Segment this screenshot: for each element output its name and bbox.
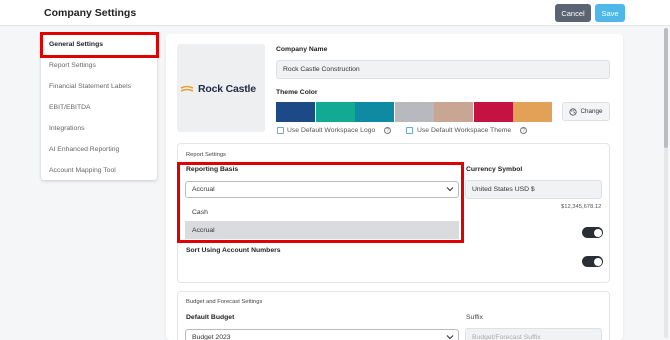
currency-example: $12,345,678.12 — [561, 204, 602, 210]
sidebar-item-integrations[interactable]: Integrations — [49, 125, 85, 132]
theme-color-label: Theme Color — [276, 89, 318, 96]
currency-symbol-input[interactable]: United States USD $ — [465, 180, 602, 199]
suffix-label: Suffix — [466, 314, 483, 321]
chevron-down-icon — [446, 335, 454, 340]
use-default-logo-label: Use Default Workspace Logo — [287, 127, 376, 134]
change-button-label: Change — [580, 108, 603, 115]
sidebar-item-ebit-ebitda[interactable]: EBIT/EBITDA — [49, 104, 91, 111]
theme-color-swatch[interactable] — [276, 102, 315, 122]
page-scrollbar[interactable] — [664, 28, 668, 338]
scrollbar-thumb[interactable] — [664, 28, 668, 148]
save-button[interactable]: Save — [595, 4, 625, 22]
sidebar-item-account-mapping-tool[interactable]: Account Mapping Tool — [49, 167, 116, 174]
theme-color-swatch[interactable] — [513, 102, 552, 122]
report-settings-title: Report Settings — [186, 152, 226, 158]
use-default-theme-label: Use Default Workspace Theme — [417, 127, 512, 134]
sort-account-numbers-toggle[interactable] — [582, 256, 603, 267]
sidebar-item-financial-statement-labels[interactable]: Financial Statement Labels — [49, 83, 131, 90]
suffix-input[interactable]: Budget/Forecast Suffix — [465, 328, 602, 340]
highlight-box — [40, 32, 159, 58]
cancel-button[interactable]: Cancel — [555, 4, 591, 22]
budget-forecast-title: Budget and Forecast Settings — [186, 299, 263, 305]
sidebar-item-ai-enhanced-reporting[interactable]: AI Enhanced Reporting — [49, 146, 119, 153]
default-budget-select[interactable]: Budget 2023 — [185, 329, 459, 340]
help-icon[interactable]: ? — [384, 127, 391, 134]
company-logo-text: Rock Castle — [198, 83, 256, 95]
highlight-box — [177, 162, 464, 243]
change-theme-button[interactable]: Change — [562, 102, 610, 121]
use-default-theme-checkbox[interactable] — [406, 127, 413, 134]
use-default-logo-checkbox[interactable] — [277, 127, 284, 134]
theme-color-swatch[interactable] — [394, 102, 434, 122]
company-name-input[interactable]: Rock Castle Construction — [276, 60, 610, 79]
currency-symbol-label: Currency Symbol — [466, 166, 523, 173]
theme-color-swatch[interactable] — [315, 102, 355, 122]
report-setting-toggle[interactable] — [582, 227, 603, 238]
theme-color-swatch[interactable] — [434, 102, 473, 122]
sidebar-item-report-settings[interactable]: Report Settings — [49, 62, 96, 69]
theme-color-swatch[interactable] — [473, 102, 513, 122]
default-budget-label: Default Budget — [186, 314, 235, 321]
sort-account-numbers-label: Sort Using Account Numbers — [186, 247, 281, 254]
help-icon[interactable]: ? — [520, 127, 527, 134]
company-name-label: Company Name — [276, 46, 328, 53]
logo-flame-icon — [180, 85, 194, 92]
palette-icon — [569, 107, 578, 116]
page-title: Company Settings — [44, 7, 137, 19]
theme-color-swatch[interactable] — [355, 102, 394, 122]
